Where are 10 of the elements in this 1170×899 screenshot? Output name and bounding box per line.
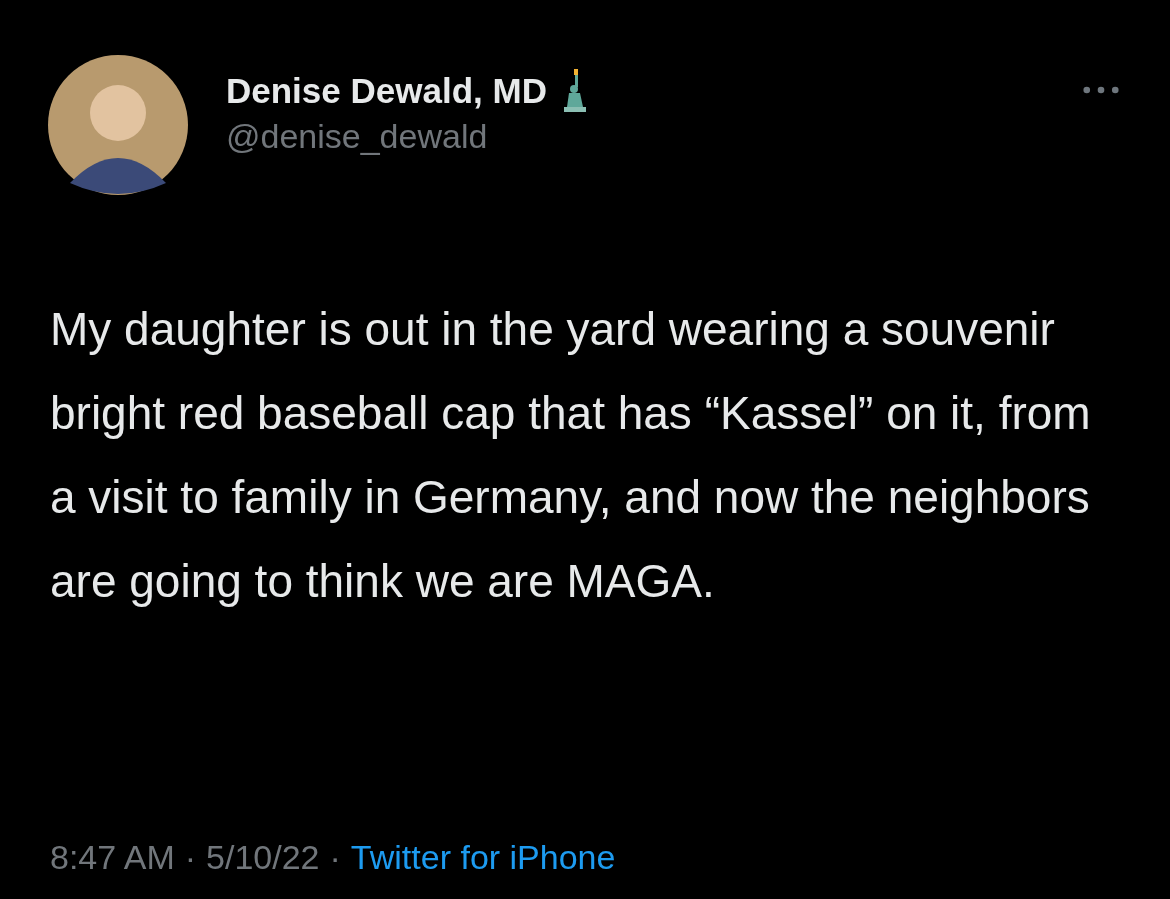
- source-link[interactable]: Twitter for iPhone: [350, 838, 616, 877]
- tweet-date: 5/10/22: [206, 838, 320, 877]
- more-icon[interactable]: [1082, 85, 1120, 95]
- separator: ·: [184, 838, 197, 877]
- avatar[interactable]: [48, 55, 188, 195]
- separator: ·: [329, 838, 341, 877]
- author-handle[interactable]: @denise_dewald: [226, 117, 591, 156]
- tweet-text: My daughter is out in the yard wearing a souvenir bright red baseball cap that has “Kassel” on it, from a visit to family in Germany, and now the neighbors are going to think we are MAGA.: [50, 302, 1092, 609]
- author-name[interactable]: Denise Dewald, MD: [226, 71, 547, 111]
- tweet-time: 8:47 AM: [50, 838, 175, 877]
